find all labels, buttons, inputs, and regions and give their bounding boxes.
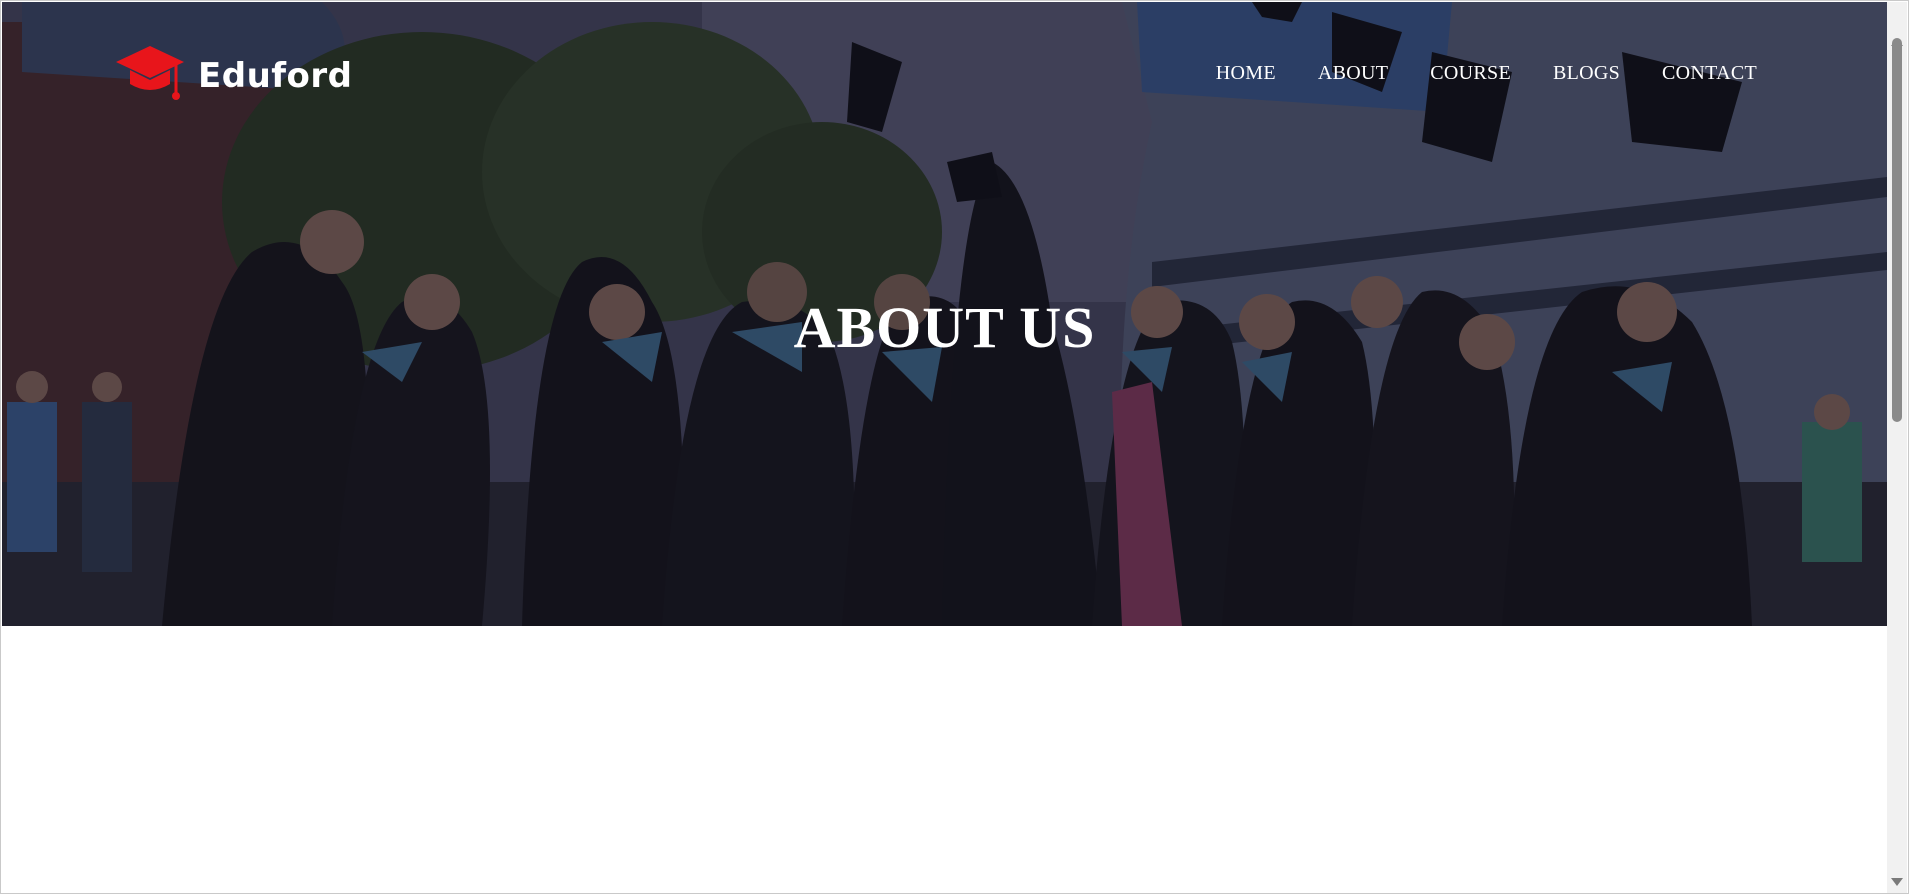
scrollbar-thumb[interactable] — [1892, 38, 1902, 422]
hero-section: Eduford HOME ABOUT COURSE BLOGS CONTACT … — [2, 2, 1887, 626]
nav-item-about[interactable]: ABOUT — [1318, 62, 1388, 85]
nav-item-contact[interactable]: CONTACT — [1662, 62, 1757, 85]
nav-item-blogs[interactable]: BLOGS — [1553, 62, 1620, 85]
main-nav: HOME ABOUT COURSE BLOGS CONTACT — [1216, 62, 1757, 85]
nav-item-course[interactable]: COURSE — [1430, 62, 1511, 85]
scroll-down-arrow-icon[interactable] — [1887, 872, 1907, 892]
browser-window: Eduford HOME ABOUT COURSE BLOGS CONTACT … — [0, 0, 1909, 894]
page-title: ABOUT US — [793, 295, 1096, 360]
nav-item-home[interactable]: HOME — [1216, 62, 1276, 85]
brand-logo[interactable]: Eduford — [114, 44, 353, 107]
vertical-scrollbar[interactable] — [1887, 2, 1907, 893]
graduation-cap-icon — [114, 44, 186, 107]
brand-name: Eduford — [198, 55, 353, 96]
